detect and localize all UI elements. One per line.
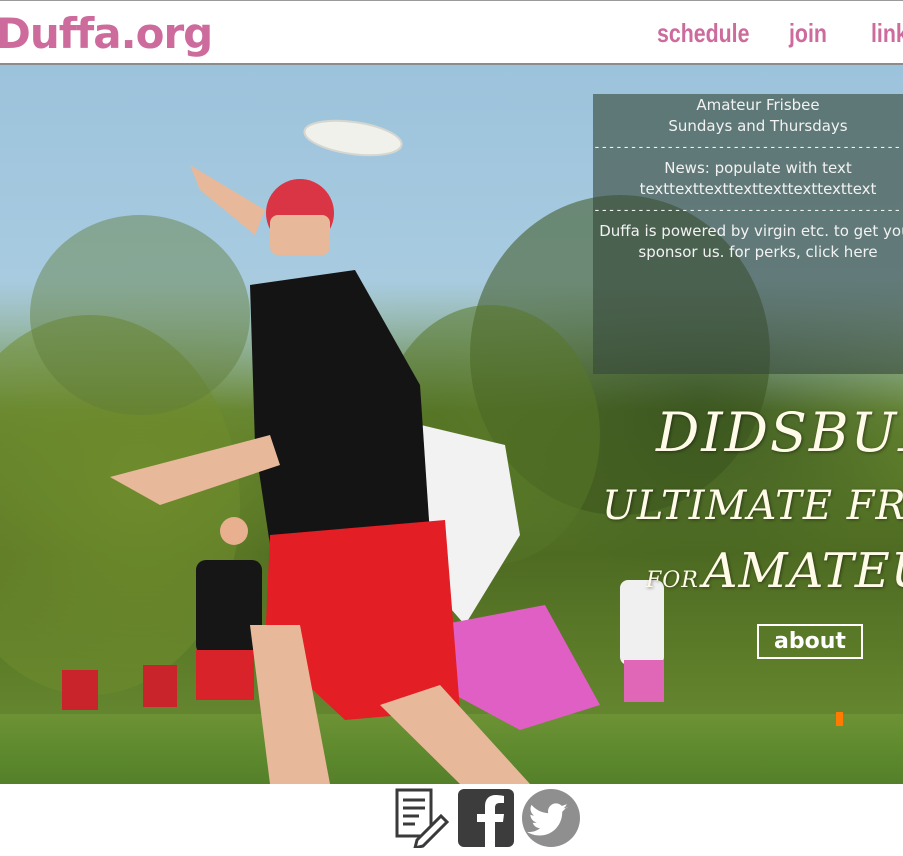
info-sponsor-text: Duffa is powered by virgin etc. to get y… bbox=[599, 222, 903, 240]
info-news-text: texttexttexttexttexttexttexttext bbox=[639, 180, 877, 198]
twitter-icon[interactable] bbox=[521, 788, 581, 848]
hero-title-line1: DIDSBURY bbox=[656, 401, 903, 464]
hero-title-line3: FORAMATEURS bbox=[646, 543, 903, 599]
hero-banner: Amateur Frisbee Sundays and Thursdays --… bbox=[0, 65, 903, 784]
nav-links-link[interactable]: links bbox=[871, 18, 903, 49]
nav-schedule-link[interactable]: schedule bbox=[657, 18, 749, 49]
hero-title-line2: ULTIMATE FRISBEE bbox=[602, 483, 903, 529]
frisbee bbox=[303, 119, 403, 157]
info-panel: Amateur Frisbee Sundays and Thursdays --… bbox=[593, 94, 903, 374]
info-divider: ----------------------------------------… bbox=[593, 203, 903, 218]
site-logo[interactable]: Duffa.org bbox=[0, 9, 213, 58]
info-schedule-days: Sundays and Thursdays bbox=[668, 117, 848, 135]
footer-social-bar bbox=[0, 784, 903, 856]
info-sponsor-link[interactable]: sponsor us. for perks, click here bbox=[593, 242, 903, 263]
info-news-heading: News: populate with text bbox=[664, 159, 852, 177]
hero-title-for: FOR bbox=[646, 568, 699, 593]
info-tagline: Amateur Frisbee bbox=[696, 96, 820, 114]
hero-title-amateurs: AMATEURS bbox=[702, 543, 903, 599]
facebook-icon[interactable] bbox=[457, 788, 515, 848]
player-shorts bbox=[196, 650, 254, 700]
about-button[interactable]: about bbox=[757, 624, 863, 659]
info-divider: ----------------------------------------… bbox=[593, 140, 903, 155]
player-head bbox=[220, 517, 248, 545]
site-header: Duffa.org schedule join links bbox=[0, 0, 903, 65]
blog-icon[interactable] bbox=[393, 788, 451, 848]
nav-join-link[interactable]: join bbox=[789, 18, 827, 49]
